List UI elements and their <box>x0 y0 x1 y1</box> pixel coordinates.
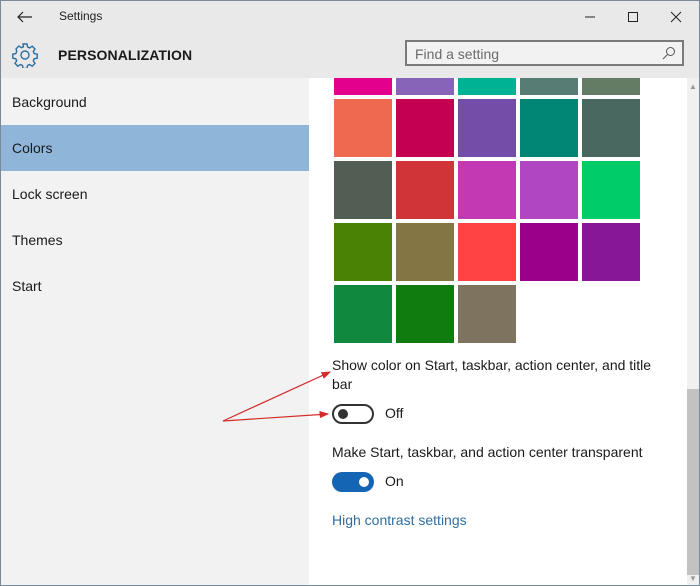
sidebar: Background Colors Lock screen Themes Sta… <box>1 78 309 585</box>
search-icon[interactable] <box>662 46 676 60</box>
scroll-thumb[interactable] <box>687 389 699 575</box>
close-icon <box>670 11 682 23</box>
color-swatch[interactable] <box>582 161 640 219</box>
page-header: PERSONALIZATION <box>1 33 699 78</box>
toggle-knob <box>338 409 348 419</box>
sidebar-item-label: Themes <box>12 232 63 248</box>
sidebar-item-label: Background <box>12 94 87 110</box>
sidebar-item-background[interactable]: Background <box>1 79 309 125</box>
color-swatch[interactable] <box>582 223 640 281</box>
scroll-down-icon[interactable]: ▼ <box>687 572 699 584</box>
colors-content: Show color on Start, taskbar, action cen… <box>309 78 687 585</box>
transparent-label: Make Start, taskbar, and action center t… <box>332 444 643 460</box>
color-swatch[interactable] <box>458 161 516 219</box>
search-input[interactable] <box>415 45 655 63</box>
page-title: PERSONALIZATION <box>58 47 193 63</box>
color-swatch[interactable] <box>520 78 578 95</box>
close-button[interactable] <box>656 3 696 31</box>
settings-window: Settings PERSONALIZATION Back <box>0 0 700 586</box>
color-swatch[interactable] <box>520 223 578 281</box>
show-color-state: Off <box>385 405 404 421</box>
color-swatch[interactable] <box>396 223 454 281</box>
color-swatch[interactable] <box>458 223 516 281</box>
sidebar-item-colors[interactable]: Colors <box>1 125 309 171</box>
sidebar-item-lock-screen[interactable]: Lock screen <box>1 171 309 217</box>
toggle-knob <box>359 477 369 487</box>
color-swatch[interactable] <box>520 99 578 157</box>
color-swatch[interactable] <box>458 78 516 95</box>
window-title: Settings <box>59 9 103 23</box>
color-swatch[interactable] <box>396 285 454 343</box>
maximize-button[interactable] <box>613 3 653 31</box>
sidebar-item-label: Start <box>12 278 42 294</box>
sidebar-item-label: Colors <box>12 140 53 156</box>
title-bar: Settings <box>1 1 699 33</box>
color-swatch[interactable] <box>334 223 392 281</box>
sidebar-item-start[interactable]: Start <box>1 263 309 309</box>
color-swatch[interactable] <box>396 99 454 157</box>
color-swatch[interactable] <box>334 78 392 95</box>
color-swatch[interactable] <box>334 285 392 343</box>
high-contrast-settings-link[interactable]: High contrast settings <box>332 512 467 528</box>
back-button[interactable] <box>11 5 39 29</box>
color-swatch[interactable] <box>582 99 640 157</box>
transparent-state: On <box>385 473 404 489</box>
show-color-toggle[interactable] <box>332 404 374 424</box>
sidebar-item-themes[interactable]: Themes <box>1 217 309 263</box>
color-swatch[interactable] <box>458 99 516 157</box>
color-swatch[interactable] <box>520 161 578 219</box>
search-box[interactable] <box>405 40 684 66</box>
color-swatch[interactable] <box>396 78 454 95</box>
maximize-icon <box>628 12 638 22</box>
show-color-label: Show color on Start, taskbar, action cen… <box>332 357 652 392</box>
minimize-icon <box>585 16 595 18</box>
color-swatch[interactable] <box>334 161 392 219</box>
scroll-up-icon[interactable]: ▲ <box>687 80 699 92</box>
gear-icon <box>12 43 38 68</box>
vertical-scrollbar[interactable]: ▲ ▼ <box>687 78 699 585</box>
arrow-left-icon <box>17 11 32 23</box>
color-swatch[interactable] <box>458 285 516 343</box>
color-swatch[interactable] <box>396 161 454 219</box>
minimize-button[interactable] <box>570 3 610 31</box>
color-swatch[interactable] <box>334 99 392 157</box>
color-swatch[interactable] <box>582 78 640 95</box>
sidebar-item-label: Lock screen <box>12 186 88 202</box>
transparent-toggle[interactable] <box>332 472 374 492</box>
